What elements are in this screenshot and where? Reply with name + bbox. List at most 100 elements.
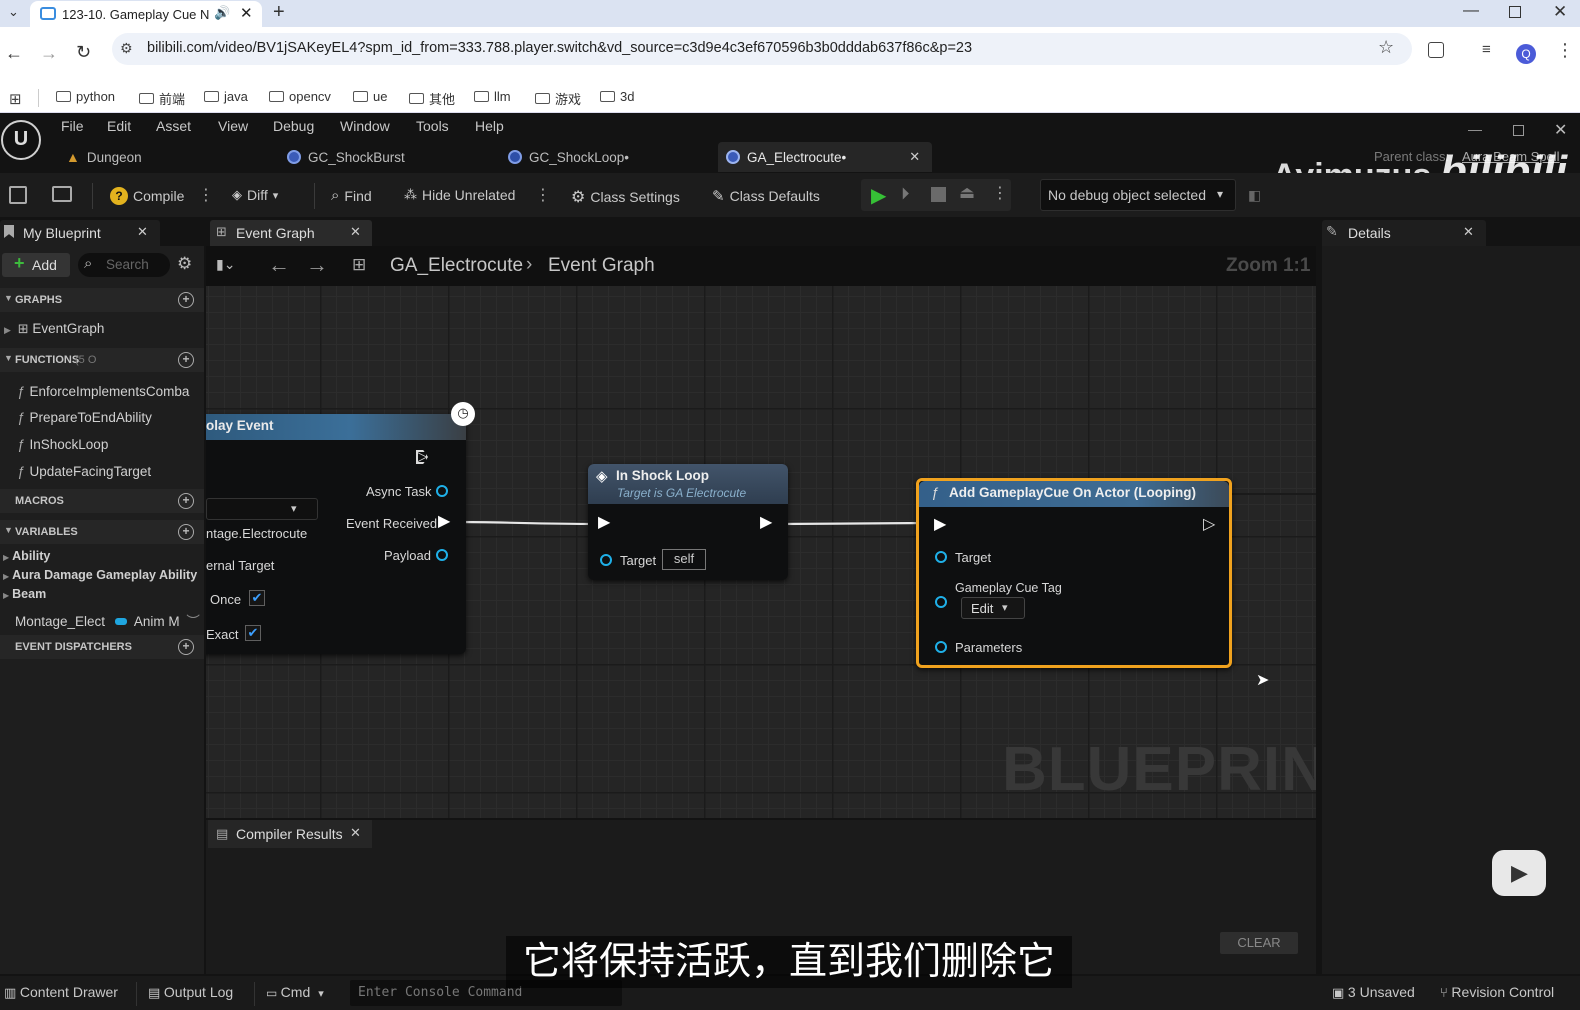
ue-restore-icon[interactable] [1513, 125, 1524, 136]
graph-item-eventgraph[interactable]: ▶ ⊞ EventGraph [4, 321, 104, 337]
bookmark-icon[interactable]: ▮⌄ [216, 256, 235, 273]
menu-edit[interactable]: Edit [107, 118, 131, 134]
class-defaults-button[interactable]: ✎ Class Defaults [712, 187, 820, 205]
compile-options-icon[interactable]: ⋮ [198, 185, 214, 205]
output-log-button[interactable]: ▤ Output Log [148, 984, 233, 1001]
menu-view[interactable]: View [218, 118, 248, 134]
add-graph-icon[interactable]: + [178, 292, 194, 308]
breadcrumb-blueprint[interactable]: GA_Electrocute [390, 255, 523, 277]
function-item[interactable]: ƒ PrepareToEndAbility [17, 410, 152, 425]
stop-icon[interactable] [931, 187, 946, 202]
node-add-gameplay-cue[interactable]: ƒ Add GameplayCue On Actor (Looping) ▶ ▷… [916, 478, 1232, 668]
exec-out-pin-icon[interactable]: ▷ [1203, 517, 1215, 533]
bookmark-star-icon[interactable]: ☆ [1378, 37, 1394, 58]
exec-in-pin-icon[interactable]: ▶ [598, 515, 610, 531]
node-play-event[interactable]: olay Event ▷ Async Task Event Received ▶… [206, 414, 466, 654]
menu-asset[interactable]: Asset [156, 118, 191, 134]
breadcrumb-graph[interactable]: Event Graph [548, 255, 655, 277]
bookmark-frontend[interactable]: 前端 [139, 89, 185, 108]
tab-gc-shockloop[interactable]: GC_ShockLoop• [508, 145, 629, 169]
my-blueprint-tab[interactable]: My Blueprint ✕ [0, 220, 160, 246]
close-panel-icon[interactable]: ✕ [1463, 224, 1474, 240]
search-input[interactable]: ⌕ Search [78, 253, 170, 277]
ue-minimize-icon[interactable]: — [1468, 121, 1482, 137]
bookmark-3d[interactable]: 3d [600, 89, 634, 104]
browser-tab[interactable]: 123-10. Gameplay Cue N 🔊 ✕ [30, 1, 262, 27]
exec-out-pin-icon[interactable]: ▷ [416, 449, 428, 464]
forward-icon[interactable]: → [40, 43, 58, 64]
bookmark-ue[interactable]: ue [353, 89, 387, 104]
close-tab-icon[interactable]: ✕ [350, 224, 361, 240]
exact-checkbox[interactable]: ✔ [245, 625, 261, 641]
bookmark-llm[interactable]: llm [474, 89, 511, 104]
montage-select[interactable]: ▾ [206, 498, 318, 520]
exec-in-pin-icon[interactable]: ▶ [934, 517, 946, 533]
hide-unrelated-button[interactable]: ⁂ Hide Unrelated [404, 187, 515, 203]
tab-dungeon[interactable]: ▲ Dungeon [66, 145, 142, 169]
back-icon[interactable]: ← [5, 43, 23, 64]
exec-out-pin-icon[interactable]: ▶ [760, 515, 772, 531]
step-icon[interactable]: ⏵ [901, 184, 910, 204]
target-pin-icon[interactable] [600, 554, 612, 566]
bookmark-games[interactable]: 游戏 [535, 89, 581, 108]
browse-icon[interactable] [52, 186, 72, 202]
menu-debug[interactable]: Debug [273, 118, 314, 134]
event-graph-tab[interactable]: ⊞ Event Graph ✕ [210, 220, 372, 246]
parameters-pin-icon[interactable] [935, 641, 947, 653]
diff-button[interactable]: ◈ Diff ▾ [232, 187, 278, 203]
menu-tools[interactable]: Tools [416, 118, 449, 134]
edit-tag-dropdown[interactable]: Edit ▾ [961, 597, 1025, 619]
add-button[interactable]: + Add [2, 253, 70, 277]
maximize-window-icon[interactable] [1509, 6, 1521, 18]
graphs-section-header[interactable]: ▼ GRAPHS + [0, 288, 204, 312]
variable-group-ability[interactable]: ▶ Ability [3, 549, 50, 563]
details-tab[interactable]: ✎ Details ✕ [1322, 220, 1486, 246]
add-function-icon[interactable]: + [178, 352, 194, 368]
event-graph-canvas[interactable]: olay Event ▷ Async Task Event Received ▶… [206, 286, 1316, 818]
menu-help[interactable]: Help [475, 118, 504, 134]
minimize-window-icon[interactable]: — [1463, 2, 1479, 20]
bookmark-other[interactable]: 其他 [409, 89, 455, 108]
macros-section-header[interactable]: MACROS + [0, 489, 204, 513]
site-info-icon[interactable]: ⚙ [120, 40, 133, 57]
url-field[interactable]: ⚙ bilibili.com/video/BV1jSAKeyEL4?spm_id… [112, 33, 1412, 65]
close-tab-icon[interactable]: ✕ [909, 149, 920, 165]
event-dispatchers-section-header[interactable]: EVENT DISPATCHERS + [0, 635, 204, 659]
unsaved-button[interactable]: ▣ 3 Unsaved [1332, 984, 1415, 1001]
find-button[interactable]: ⌕ Find [331, 187, 372, 204]
function-item[interactable]: ƒ UpdateFacingTarget [17, 464, 151, 479]
compiler-results-tab[interactable]: ▤ Compiler Results ✕ [208, 820, 372, 848]
tab-ga-electrocute[interactable]: GA_Electrocute• ✕ [726, 145, 920, 169]
target-pin-icon[interactable] [935, 551, 947, 563]
target-default-value[interactable]: self [662, 549, 706, 570]
close-tab-icon[interactable]: ✕ [350, 825, 361, 841]
close-window-icon[interactable]: ✕ [1553, 2, 1567, 22]
debug-filter-icon[interactable]: ◧ [1248, 187, 1261, 204]
add-macro-icon[interactable]: + [178, 493, 194, 509]
tab-gc-shockburst[interactable]: GC_ShockBurst [287, 145, 405, 169]
class-settings-button[interactable]: ⚙ Class Settings [571, 187, 680, 207]
add-variable-icon[interactable]: + [178, 524, 194, 540]
new-tab-icon[interactable]: + [273, 1, 285, 24]
bookmark-python[interactable]: python [56, 89, 115, 104]
forward-arrow-icon[interactable]: → [306, 252, 328, 278]
play-options-icon[interactable]: ⋮ [992, 183, 1008, 203]
clear-button[interactable]: CLEAR [1220, 932, 1298, 954]
eye-icon[interactable]: ︶ [186, 614, 200, 629]
revision-control-button[interactable]: ⑂ Revision Control [1440, 984, 1554, 1000]
apps-grid-icon[interactable]: ⊞ [9, 90, 22, 108]
variable-item-montage[interactable]: Montage_Elect Anim M ︶ [15, 610, 200, 630]
menu-window[interactable]: Window [340, 118, 390, 134]
content-drawer-button[interactable]: ▥ Content Drawer [4, 984, 118, 1001]
close-panel-icon[interactable]: ✕ [137, 224, 148, 240]
once-checkbox[interactable]: ✔ [249, 590, 265, 606]
variable-group-aura-damage[interactable]: ▶ Aura Damage Gameplay Ability [3, 568, 197, 582]
add-dispatcher-icon[interactable]: + [178, 639, 194, 655]
payload-pin-icon[interactable] [436, 549, 448, 561]
bookmark-java[interactable]: java [204, 89, 248, 104]
reload-icon[interactable]: ↻ [76, 42, 91, 63]
function-item[interactable]: ƒ EnforceImplementsComba [17, 384, 203, 399]
speaker-icon[interactable]: 🔊 [214, 5, 230, 21]
tab-search-chevron-icon[interactable]: ⌄ [8, 4, 19, 20]
function-item[interactable]: ƒ InShockLoop [17, 437, 108, 452]
